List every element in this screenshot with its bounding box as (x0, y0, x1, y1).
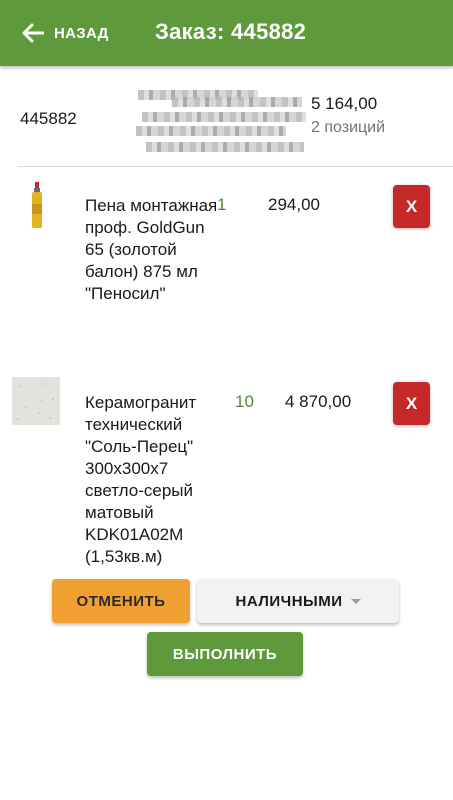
item-name: Пена монтажная проф. GoldGun 65 (золотой… (85, 196, 218, 303)
positions-count: 2 позиций (311, 119, 386, 136)
order-total: 5 164,00 (311, 94, 378, 113)
delete-item-button[interactable]: X (393, 382, 430, 425)
item-image (12, 377, 60, 425)
cancel-label: ОТМЕНИТЬ (76, 592, 166, 610)
payment-method-label: НАЛИЧНЫМИ (235, 592, 343, 610)
item-quantity: 1 (217, 195, 227, 214)
item-image (30, 182, 44, 228)
payment-method-select[interactable]: НАЛИЧНЫМИ (197, 579, 399, 623)
app-bar: НАЗАД Заказ: 445882 (0, 0, 453, 66)
redacted-customer-info (132, 84, 308, 158)
item-quantity: 10 (235, 392, 254, 411)
cancel-order-button[interactable]: ОТМЕНИТЬ (52, 579, 190, 623)
order-summary: 445882 5 164,00 2 позиций (0, 70, 453, 166)
item-name: Керамогранит технический "Соль-Перец" 30… (85, 393, 197, 566)
order-number: 445882 (20, 109, 77, 128)
item-price: 294,00 (268, 195, 320, 214)
back-button[interactable]: НАЗАД (22, 20, 109, 46)
divider (18, 166, 453, 167)
page-title: Заказ: 445882 (155, 19, 307, 44)
back-label: НАЗАД (54, 24, 109, 42)
complete-label: ВЫПОЛНИТЬ (172, 645, 278, 663)
delete-item-button[interactable]: X (393, 185, 430, 228)
item-price: 4 870,00 (285, 392, 352, 411)
arrow-left-icon (22, 23, 44, 43)
dropdown-caret-icon (350, 598, 361, 604)
complete-order-button[interactable]: ВЫПОЛНИТЬ (147, 632, 303, 676)
